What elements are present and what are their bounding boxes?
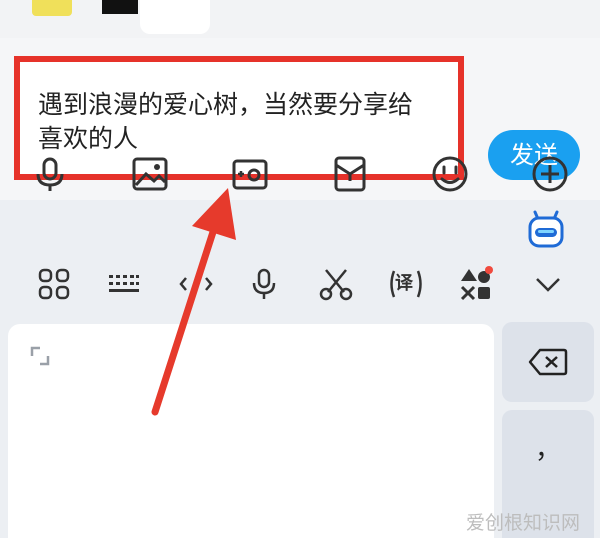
plus-icon[interactable] xyxy=(530,154,570,194)
keyboard-icon[interactable] xyxy=(106,266,142,302)
message-card xyxy=(140,0,210,34)
media-thumbnail[interactable] xyxy=(102,0,138,14)
red-packet-icon[interactable] xyxy=(330,154,370,194)
translate-glyph: 译 xyxy=(395,273,413,294)
top-strip xyxy=(0,0,600,38)
grid-menu-icon[interactable] xyxy=(36,266,72,302)
backspace-key[interactable] xyxy=(502,322,594,402)
mascot-icon[interactable] xyxy=(526,206,566,250)
voice-icon[interactable] xyxy=(246,266,282,302)
composer-area: 遇到浪漫的爱心树，当然要分享给喜欢的人 发送 xyxy=(0,38,600,200)
translate-icon[interactable]: 译 xyxy=(388,266,424,302)
collapse-chevron-icon[interactable] xyxy=(530,266,566,302)
camera-icon[interactable] xyxy=(230,154,270,194)
microphone-icon[interactable] xyxy=(30,154,70,194)
handwriting-pad[interactable] xyxy=(8,324,494,538)
cursor-move-icon[interactable] xyxy=(178,266,214,302)
backspace-icon xyxy=(528,348,568,376)
emoji-icon[interactable] xyxy=(430,154,470,194)
image-icon[interactable] xyxy=(130,154,170,194)
expand-corner-icon[interactable] xyxy=(30,346,50,366)
media-thumbnail[interactable] xyxy=(32,0,72,16)
watermark: 爱创根知识网 xyxy=(466,512,581,534)
clipboard-cut-icon[interactable] xyxy=(318,266,354,302)
shapes-icon[interactable] xyxy=(458,266,494,302)
